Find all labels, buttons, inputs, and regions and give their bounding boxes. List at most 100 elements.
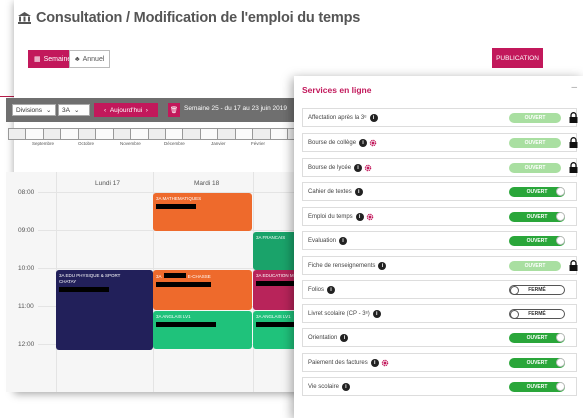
week-view-label: Semaine [43, 55, 72, 63]
toggle-knob [556, 358, 565, 367]
event-title: 3A ANGLAIS LV1 [156, 314, 191, 319]
timeline-month: Février [251, 141, 266, 146]
today-button[interactable]: ‹ Aujourd'hui › [94, 103, 158, 117]
service-name: Bourse de collège [308, 139, 357, 146]
service-name: Vie scolaire [308, 383, 339, 390]
collapse-icon[interactable]: – [571, 82, 577, 93]
divisions-label: Divisions [16, 106, 43, 114]
calendar-event[interactable]: 3A ANGLAIS LV1 [153, 311, 252, 349]
service-toggle[interactable]: OUVERT [509, 382, 565, 392]
calendar-event[interactable]: 3A EDUCATION M [253, 270, 298, 310]
redacted-block [156, 204, 196, 209]
publication-label: PUBLICATION [496, 54, 539, 62]
info-icon[interactable]: i [339, 236, 348, 245]
info-icon[interactable]: i [372, 309, 381, 318]
year-view-button[interactable]: ♣ Annuel [69, 50, 111, 68]
info-icon[interactable]: i [369, 113, 378, 122]
service-name: Orientation [308, 334, 338, 341]
gear-icon[interactable] [364, 164, 372, 172]
info-icon[interactable]: i [340, 333, 349, 342]
service-toggle[interactable]: OUVERT [509, 236, 565, 246]
service-name: Folios [308, 286, 325, 293]
gear-icon[interactable] [381, 359, 389, 367]
lock-icon [569, 162, 578, 173]
info-icon[interactable]: i [355, 212, 364, 221]
calendar-event[interactable]: 3A MATHEMATIQUES [153, 193, 252, 231]
service-toggle[interactable]: OUVERT [509, 187, 565, 197]
service-row: Bourse de lycée i OUVERT [302, 158, 578, 177]
service-row: Fiche de renseignements i OUVERT [302, 256, 578, 275]
school-icon [18, 12, 31, 24]
info-icon[interactable]: i [354, 163, 363, 172]
calendar-event[interactable]: 3A ANGLAIS LV1 [253, 311, 298, 349]
divisions-select[interactable]: Divisions ⌄ [12, 104, 56, 116]
event-title: 3A EDUCATION M [256, 273, 294, 278]
publication-button[interactable]: PUBLICATION [492, 48, 543, 68]
service-row: Bourse de collège i OUVERT [302, 133, 578, 152]
chevron-right-icon: › [142, 106, 148, 114]
event-title: 3A FRANCAIS [256, 235, 286, 240]
service-status: FERMÉ [528, 287, 546, 293]
info-icon[interactable]: i [341, 382, 350, 391]
service-toggle: OUVERT [509, 138, 561, 148]
service-status: OUVERT [524, 140, 546, 146]
service-toggle[interactable]: FERMÉ [509, 309, 565, 319]
redacted-block [156, 282, 211, 287]
event-teacher: E-CHASSE [187, 274, 211, 279]
calendar-event[interactable]: 3A E-CHASSE [153, 270, 252, 310]
service-toggle[interactable]: OUVERT [509, 333, 565, 343]
service-row: Cahier de textes i OUVERT [302, 182, 577, 201]
toggle-knob [556, 333, 565, 342]
timeline-month: Septembre [32, 141, 55, 146]
redacted-block [156, 322, 216, 327]
service-name: Fiche de renseignements [308, 262, 376, 269]
calendar-event[interactable]: 3A EDU PHYSIQUE & SPORT CHATAY [56, 270, 153, 350]
info-icon[interactable]: i [370, 358, 379, 367]
info-icon[interactable]: i [327, 285, 336, 294]
year-view-label: Annuel [82, 55, 105, 63]
timeline-month: Octobre [78, 141, 95, 146]
service-row: Folios i FERMÉ [302, 280, 577, 299]
gear-icon[interactable] [366, 213, 374, 221]
hour-label: 10:00 [18, 265, 35, 272]
info-icon[interactable]: i [354, 187, 363, 196]
redacted-block [163, 273, 186, 278]
today-label: Aujourd'hui [109, 106, 143, 114]
service-status: OUVERT [524, 165, 546, 171]
class-value: 3A [62, 106, 70, 114]
toggle-knob [556, 382, 565, 391]
service-name: Paiement des factures [308, 359, 368, 366]
lock-icon [569, 112, 578, 123]
toggle-knob [510, 310, 519, 319]
service-toggle[interactable]: OUVERT [509, 212, 565, 222]
hour-label: 09:00 [18, 227, 35, 234]
online-services-panel: Services en ligne – Affectation après la… [294, 76, 583, 418]
page-title-text: Consultation / Modification de l'emploi … [36, 10, 361, 26]
users-icon: ♣ [75, 55, 80, 63]
info-icon[interactable]: i [378, 261, 387, 270]
lock-icon [569, 137, 578, 148]
service-toggle[interactable]: OUVERT [509, 358, 565, 368]
delete-button[interactable]: 🗑 [168, 103, 180, 117]
class-select[interactable]: 3A ⌄ [58, 104, 90, 116]
calendar-event[interactable]: 3A FRANCAIS [253, 232, 298, 270]
week-range: Semaine 25 - du 17 au 23 juin 2019 [184, 105, 287, 112]
service-status: OUVERT [526, 189, 548, 195]
service-toggle: OUVERT [509, 163, 561, 173]
service-name: Emploi du temps [308, 213, 353, 220]
service-row: Paiement des factures i OUVERT [302, 353, 577, 372]
panel-title: Services en ligne [302, 85, 372, 95]
info-icon[interactable]: i [359, 138, 368, 147]
service-row: Evaluation i OUVERT [302, 231, 577, 250]
redacted-block [256, 281, 294, 286]
service-name: Cahier de textes [308, 188, 352, 195]
service-row: Livret scolaire (CP - 3ᵉ) i FERMÉ [302, 304, 577, 323]
page-title: Consultation / Modification de l'emploi … [18, 10, 360, 26]
day-header: Lundi 17 [95, 180, 120, 187]
redacted-block [256, 322, 294, 327]
gear-icon[interactable] [369, 139, 377, 147]
timeline-month: Décembre [164, 141, 185, 146]
hour-label: 12:00 [18, 341, 35, 348]
toggle-knob [510, 286, 519, 295]
service-toggle[interactable]: FERMÉ [509, 285, 565, 295]
